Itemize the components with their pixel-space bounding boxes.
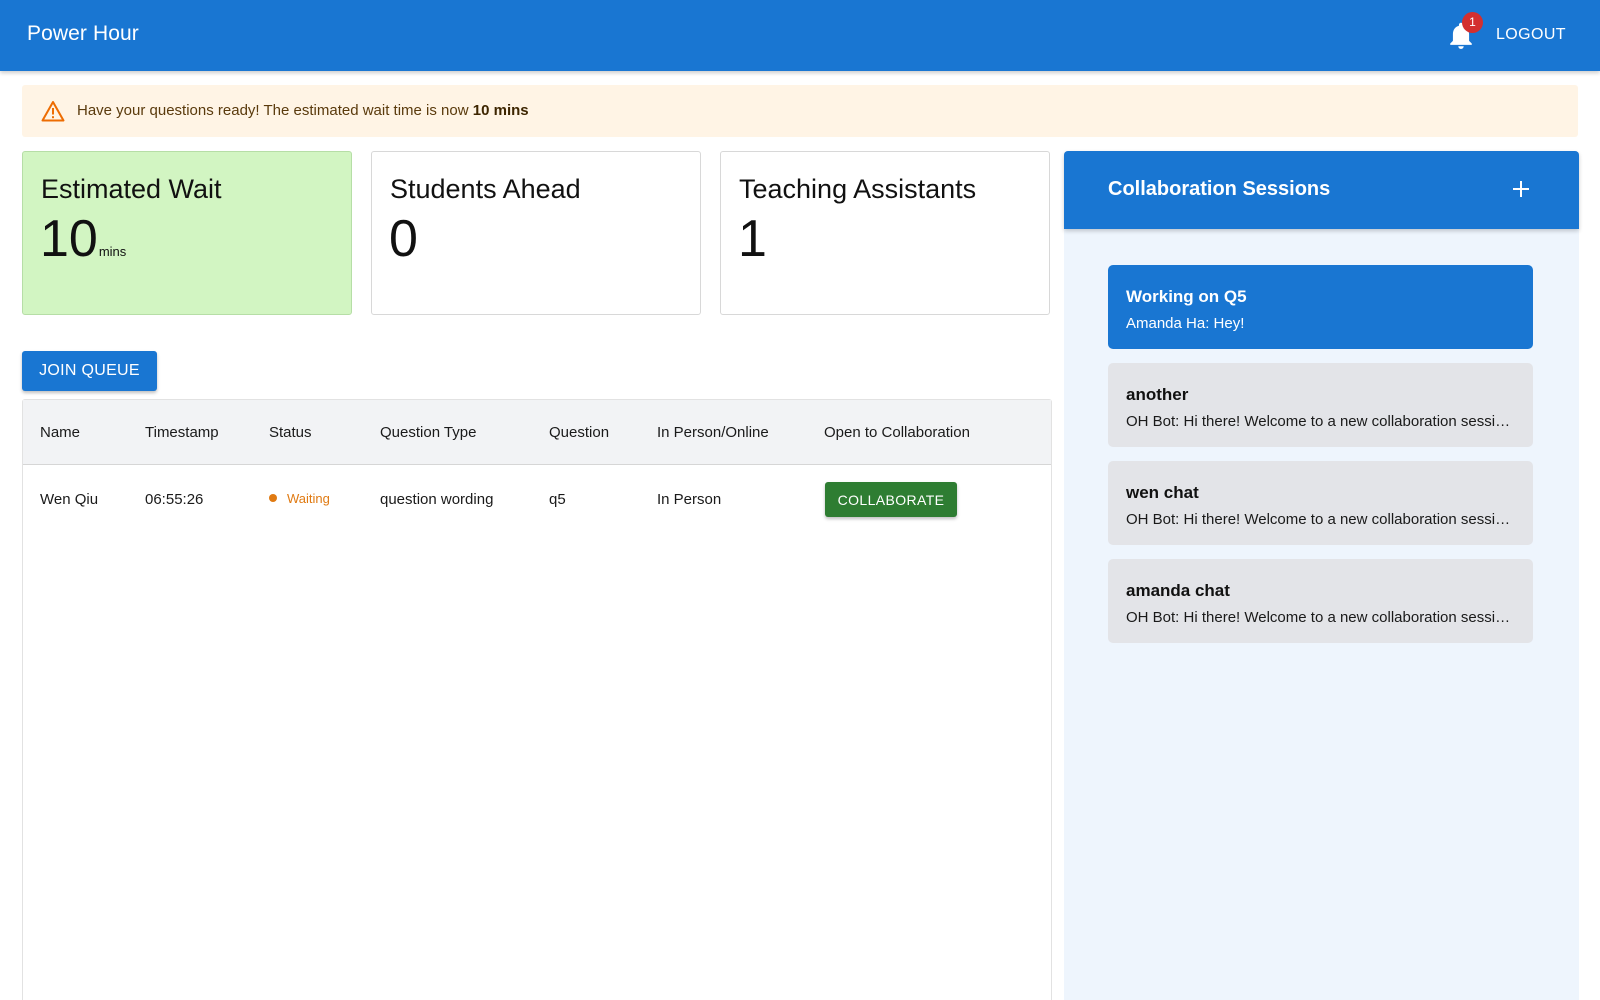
session-preview: OH Bot: Hi there! Welcome to a new colla… <box>1126 609 1516 626</box>
cell-question: q5 <box>549 491 566 508</box>
cell-name: Wen Qiu <box>40 491 99 508</box>
collaboration-panel: Collaboration Sessions Working on Q5 Ama… <box>1064 151 1579 1000</box>
table-header: Name Timestamp Status Question Type Ques… <box>23 400 1051 465</box>
session-title: Working on Q5 <box>1126 287 1247 306</box>
plus-icon[interactable] <box>1509 177 1533 201</box>
students-ahead-title: Students Ahead <box>390 174 581 204</box>
alert-message: Have your questions ready! The estimated… <box>77 102 529 119</box>
session-item-amanda-chat[interactable]: amanda chat OH Bot: Hi there! Welcome to… <box>1108 559 1533 643</box>
students-ahead-card: Students Ahead 0 <box>371 151 701 315</box>
column-header-status: Status <box>269 424 312 441</box>
session-preview: OH Bot: Hi there! Welcome to a new colla… <box>1126 511 1516 528</box>
session-item-wen-chat[interactable]: wen chat OH Bot: Hi there! Welcome to a … <box>1108 461 1533 545</box>
wait-time-alert: Have your questions ready! The estimated… <box>22 85 1578 137</box>
alert-wait-time: 10 mins <box>472 102 529 119</box>
session-item-another[interactable]: another OH Bot: Hi there! Welcome to a n… <box>1108 363 1533 447</box>
session-preview: OH Bot: Hi there! Welcome to a new colla… <box>1126 413 1516 430</box>
app-bar: Power Hour 1 LOGOUT <box>0 0 1600 71</box>
teaching-assistants-title: Teaching Assistants <box>739 174 977 204</box>
column-header-collaboration: Open to Collaboration <box>824 424 970 441</box>
column-header-timestamp: Timestamp <box>145 424 219 441</box>
cell-mode: In Person <box>657 491 722 508</box>
collaborate-button[interactable]: COLLABORATE <box>825 482 957 517</box>
collaboration-header: Collaboration Sessions <box>1064 151 1579 229</box>
status-label: Waiting <box>287 491 330 506</box>
estimated-wait-number: 10 <box>40 210 98 268</box>
students-ahead-value: 0 <box>389 210 418 268</box>
column-header-mode: In Person/Online <box>657 424 769 441</box>
column-header-question-type: Question Type <box>380 424 477 441</box>
estimated-wait-title: Estimated Wait <box>41 174 222 204</box>
queue-table: Name Timestamp Status Question Type Ques… <box>22 399 1052 1000</box>
column-header-name: Name <box>40 424 81 441</box>
app-title: Power Hour <box>27 22 139 45</box>
session-title: another <box>1126 385 1189 404</box>
notification-badge: 1 <box>1462 12 1483 33</box>
logout-button[interactable]: LOGOUT <box>1496 26 1566 44</box>
session-title: amanda chat <box>1126 581 1230 600</box>
alert-message-text: Have your questions ready! The estimated… <box>77 102 473 119</box>
join-queue-button[interactable]: JOIN QUEUE <box>22 351 157 391</box>
teaching-assistants-value: 1 <box>738 210 767 268</box>
estimated-wait-card: Estimated Wait 10mins <box>22 151 352 315</box>
cell-question-type: question wording <box>380 491 494 508</box>
table-row: Wen Qiu 06:55:26 Waiting question wordin… <box>23 465 1051 535</box>
session-title: wen chat <box>1126 483 1199 502</box>
session-preview: Amanda Ha: Hey! <box>1126 315 1245 332</box>
cell-timestamp: 06:55:26 <box>145 491 204 508</box>
cell-status: Waiting <box>269 490 330 507</box>
column-header-question: Question <box>549 424 610 441</box>
session-item-working-on-q5[interactable]: Working on Q5 Amanda Ha: Hey! <box>1108 265 1533 349</box>
teaching-assistants-card: Teaching Assistants 1 <box>720 151 1050 315</box>
estimated-wait-unit: mins <box>98 244 127 259</box>
estimated-wait-value: 10mins <box>40 209 126 282</box>
warning-icon <box>41 100 65 122</box>
collaboration-title: Collaboration Sessions <box>1108 178 1331 200</box>
status-dot-icon <box>269 494 277 502</box>
